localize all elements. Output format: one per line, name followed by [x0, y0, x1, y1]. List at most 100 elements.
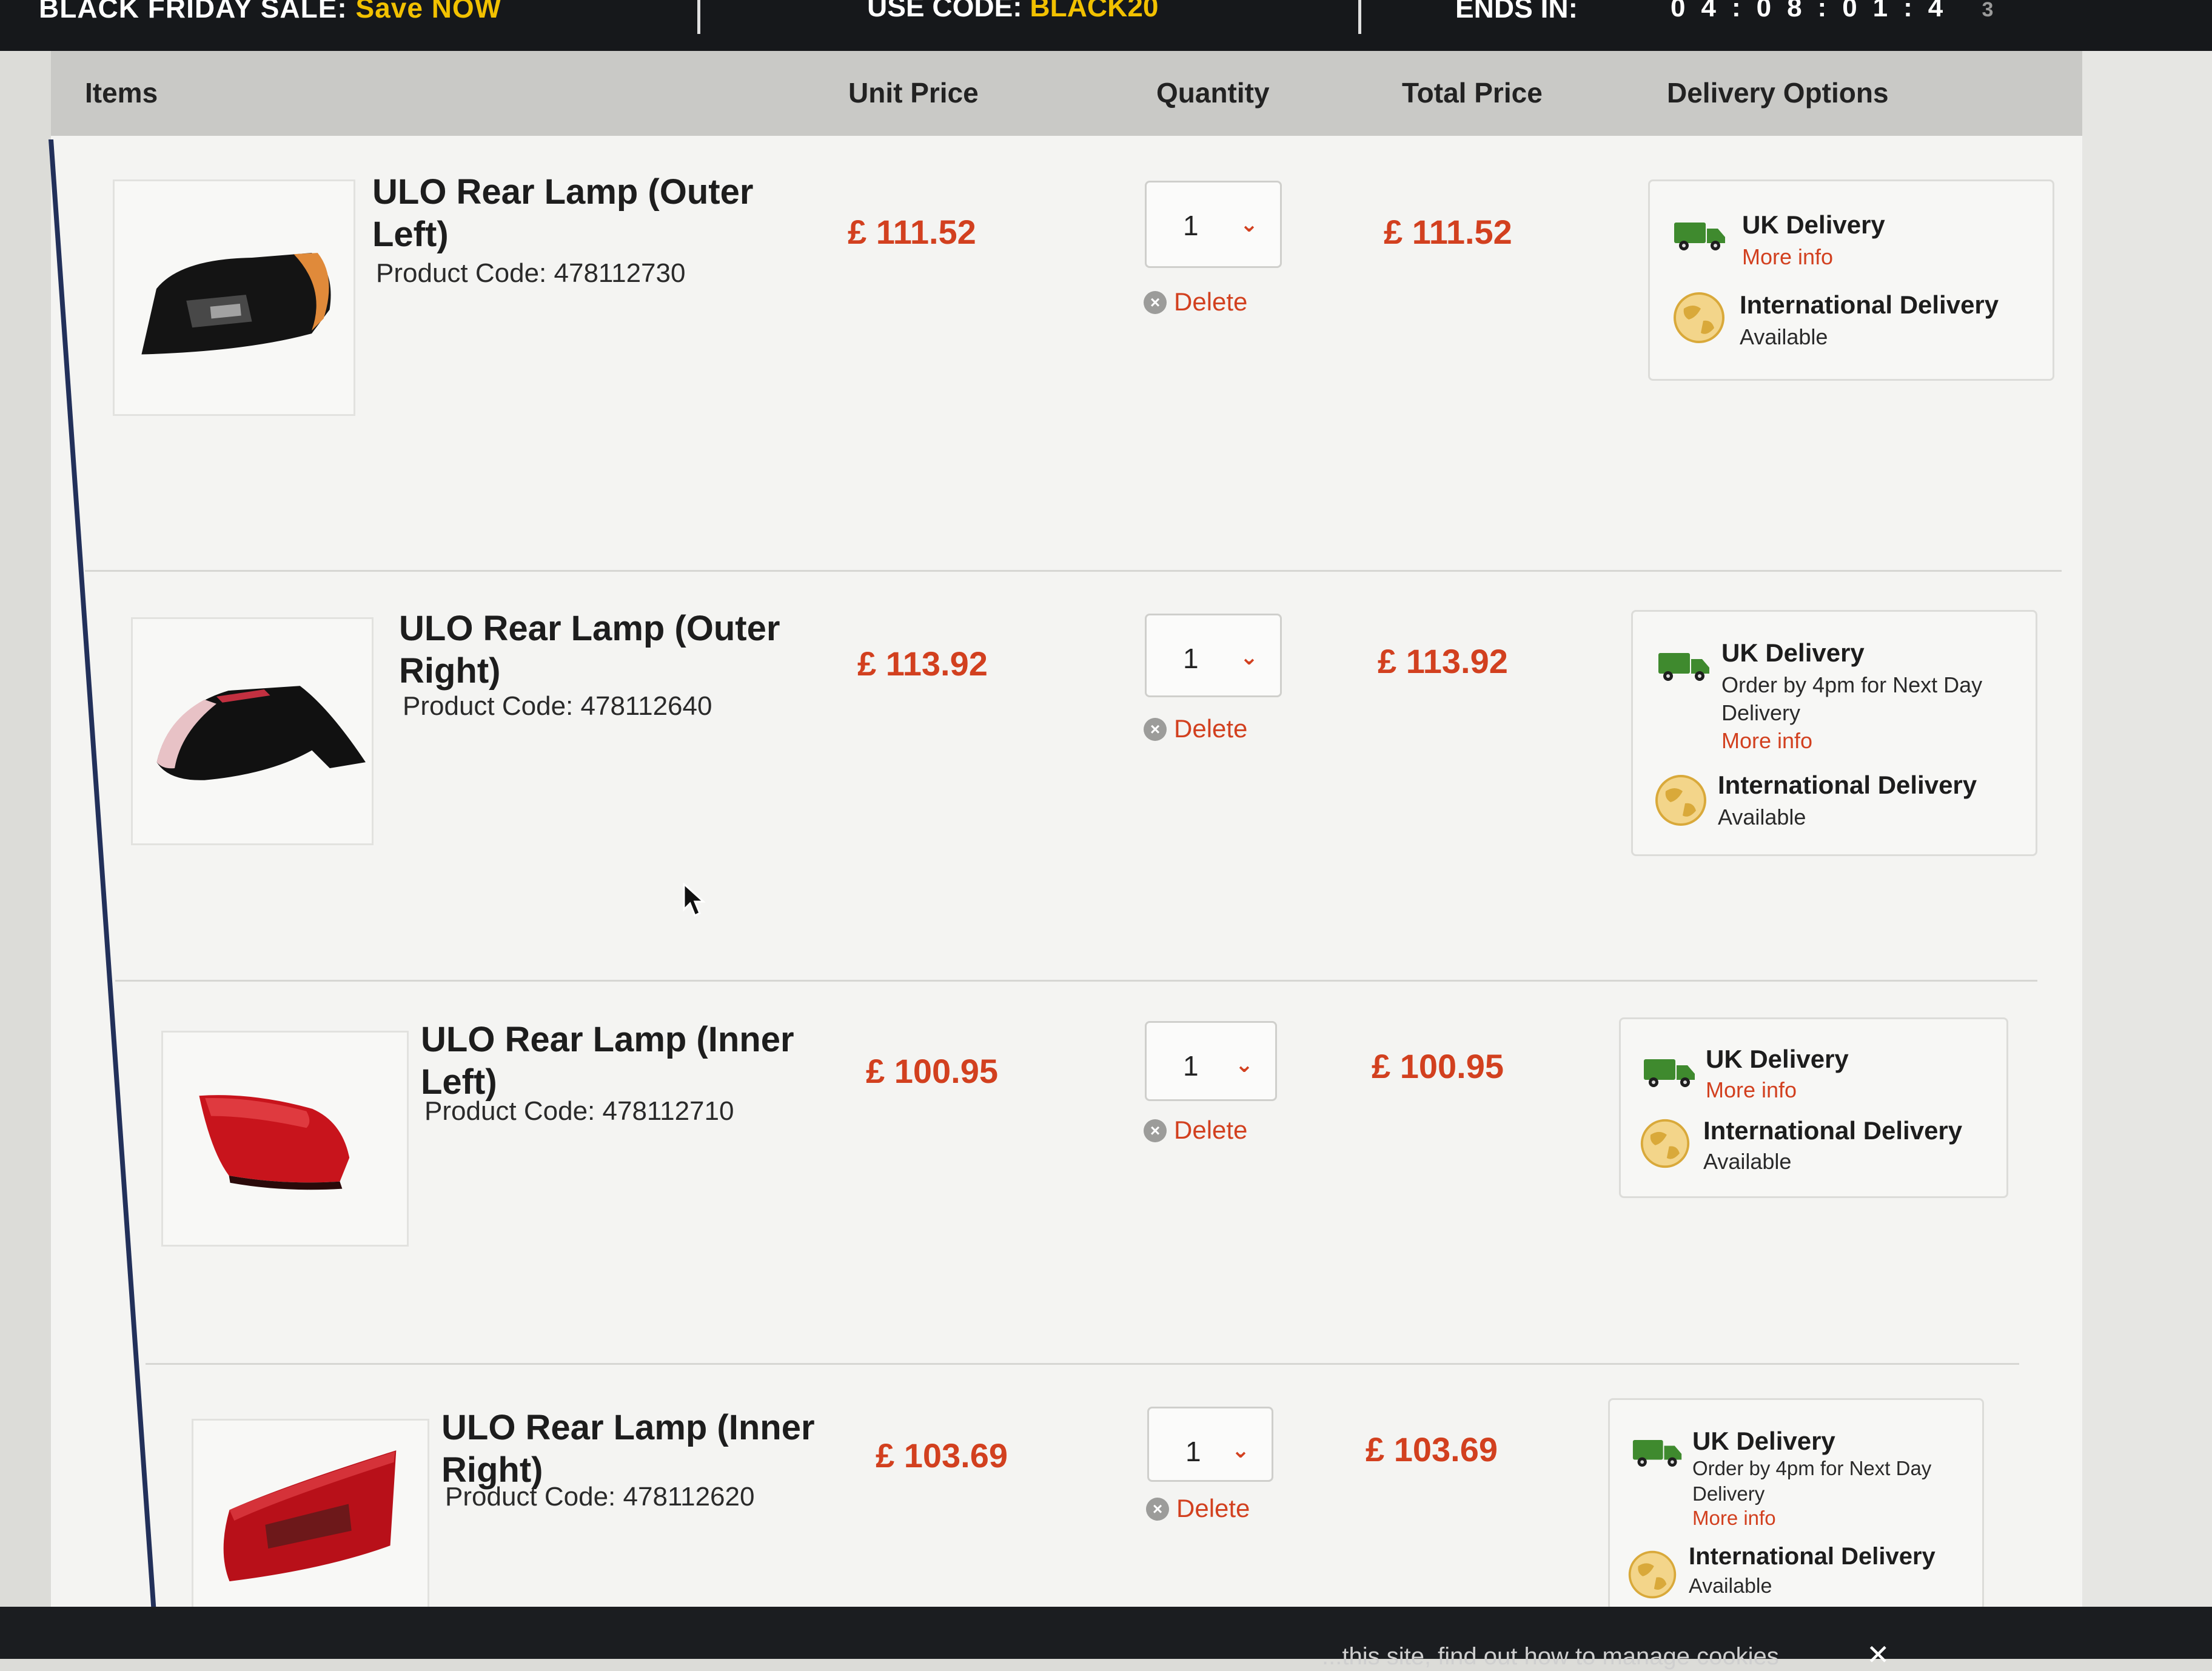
header-unit-price: Unit Price [848, 77, 979, 109]
total-price: £ 100.95 [1372, 1047, 1504, 1085]
quantity-select[interactable]: 1 ⌄ [1145, 181, 1282, 268]
total-price: £ 103.69 [1366, 1430, 1498, 1468]
remove-icon: × [1146, 1498, 1169, 1521]
globe-icon [1655, 775, 1706, 826]
delete-label: Delete [1174, 287, 1248, 316]
globe-icon [1640, 1119, 1690, 1168]
more-info-link[interactable]: More info [1742, 244, 1833, 270]
more-info-link[interactable]: More info [1692, 1507, 1776, 1530]
outer-left-lamp-icon [141, 253, 331, 355]
product-name[interactable]: ULO Rear Lamp (Inner Right) [441, 1407, 854, 1492]
header-total-price: Total Price [1402, 77, 1543, 109]
product-name[interactable]: ULO Rear Lamp (Outer Left) [372, 171, 785, 256]
row-divider [146, 1363, 2019, 1365]
international-delivery-title: International Delivery [1689, 1543, 1936, 1570]
unit-price: £ 100.95 [866, 1052, 998, 1090]
international-delivery-status: Available [1740, 324, 1828, 349]
product-image[interactable] [113, 179, 355, 416]
product-code: Product Code: 478112710 [424, 1096, 734, 1126]
uk-delivery-title: UK Delivery [1721, 638, 1865, 667]
product-image[interactable] [131, 617, 374, 845]
uk-delivery-title: UK Delivery [1706, 1045, 1849, 1073]
international-delivery-status: Available [1689, 1575, 1772, 1598]
uk-delivery-note: Delivery [1692, 1482, 1765, 1505]
product-code: Product Code: 478112730 [376, 258, 686, 288]
quantity-value: 1 [1183, 643, 1199, 674]
mouse-cursor-icon [683, 883, 706, 917]
page-gutter [2082, 51, 2212, 1659]
delete-button[interactable]: × Delete [1144, 1116, 1247, 1145]
remove-icon: × [1144, 1119, 1167, 1142]
total-price: £ 113.92 [1378, 642, 1508, 680]
product-name[interactable]: ULO Rear Lamp (Inner Left) [421, 1019, 833, 1103]
header-delivery-options: Delivery Options [1667, 77, 1889, 109]
delete-label: Delete [1176, 1494, 1250, 1522]
product-code: Product Code: 478112620 [445, 1482, 755, 1512]
chevron-down-icon: ⌄ [1235, 1052, 1253, 1077]
international-delivery-status: Available [1703, 1149, 1792, 1174]
uk-delivery-note: Order by 4pm for Next Day [1692, 1457, 1932, 1479]
countdown-digits: 04:08:01:4 [1671, 0, 1959, 22]
promo-divider [1358, 0, 1361, 34]
truck-icon [1644, 1059, 1695, 1087]
delivery-options-box: UK Delivery Order by 4pm for Next Day De… [1631, 610, 2037, 856]
countdown-label: ENDS IN: [1455, 0, 1578, 24]
header-quantity: Quantity [1156, 77, 1270, 109]
remove-icon: × [1144, 718, 1167, 741]
unit-price: £ 113.92 [857, 645, 988, 683]
countdown-tail: 3 [1982, 0, 1994, 21]
inner-right-lamp-icon [223, 1450, 397, 1582]
delete-button[interactable]: × Delete [1144, 714, 1247, 743]
outer-right-lamp-icon [156, 686, 366, 780]
truck-icon [1632, 1439, 1682, 1467]
uk-delivery-note: Delivery [1721, 700, 1801, 725]
promo-sale-text[interactable]: BLACK FRIDAY SALE: Save NOW [39, 0, 501, 24]
row-divider [85, 570, 2062, 572]
uk-delivery-title: UK Delivery [1742, 210, 1885, 239]
uk-delivery-title: UK Delivery [1692, 1427, 1835, 1455]
more-info-link[interactable]: More info [1706, 1077, 1797, 1103]
header-items: Items [85, 77, 158, 109]
cookie-notice-text[interactable]: ...this site, find out how to manage coo… [1322, 1643, 1779, 1670]
promo-sale-cta[interactable]: Save NOW [356, 0, 502, 24]
international-delivery-status: Available [1718, 805, 1806, 829]
quantity-select[interactable]: 1 ⌄ [1147, 1407, 1273, 1482]
globe-icon [1674, 292, 1724, 343]
quantity-select[interactable]: 1 ⌄ [1145, 614, 1282, 697]
globe-icon [1628, 1550, 1677, 1599]
quantity-value: 1 [1185, 1436, 1201, 1467]
quantity-value: 1 [1183, 210, 1199, 241]
promo-divider [697, 0, 700, 34]
promo-bar: BLACK FRIDAY SALE: Save NOW USE CODE: BL… [0, 0, 2212, 51]
delete-button[interactable]: × Delete [1146, 1494, 1250, 1523]
quantity-select[interactable]: 1 ⌄ [1145, 1021, 1277, 1101]
product-image[interactable] [192, 1419, 429, 1619]
product-image[interactable] [161, 1031, 409, 1247]
product-name[interactable]: ULO Rear Lamp (Outer Right) [399, 608, 811, 692]
chevron-down-icon: ⌄ [1239, 212, 1258, 236]
delete-label: Delete [1174, 1116, 1248, 1144]
delivery-options-box: UK Delivery More info International Deli… [1619, 1017, 2008, 1198]
uk-delivery-note: Order by 4pm for Next Day [1721, 672, 1983, 697]
promo-code-label: USE CODE: [867, 0, 1022, 22]
delivery-options-box: UK Delivery Order by 4pm for Next Day De… [1608, 1398, 1984, 1610]
delete-button[interactable]: × Delete [1144, 287, 1247, 316]
promo-sale-label: BLACK FRIDAY SALE: [39, 0, 347, 24]
unit-price: £ 111.52 [848, 213, 976, 251]
international-delivery-title: International Delivery [1740, 290, 1999, 319]
delete-label: Delete [1174, 714, 1248, 743]
product-code: Product Code: 478112640 [403, 691, 712, 721]
promo-code-value: BLACK20 [1030, 0, 1159, 22]
delivery-options-box: UK Delivery More info International Deli… [1648, 179, 2054, 381]
remove-icon: × [1144, 291, 1167, 314]
chevron-down-icon: ⌄ [1231, 1438, 1250, 1462]
chevron-down-icon: ⌄ [1239, 645, 1258, 669]
truck-icon [1674, 223, 1725, 250]
international-delivery-title: International Delivery [1703, 1116, 1963, 1145]
unit-price: £ 103.69 [876, 1436, 1008, 1475]
countdown-timer: 04:08:01:4 3 [1671, 0, 1993, 23]
close-icon[interactable]: ✕ [1866, 1638, 1890, 1671]
promo-code: USE CODE: BLACK20 [867, 0, 1159, 23]
truck-icon [1658, 653, 1709, 681]
more-info-link[interactable]: More info [1721, 728, 1812, 754]
